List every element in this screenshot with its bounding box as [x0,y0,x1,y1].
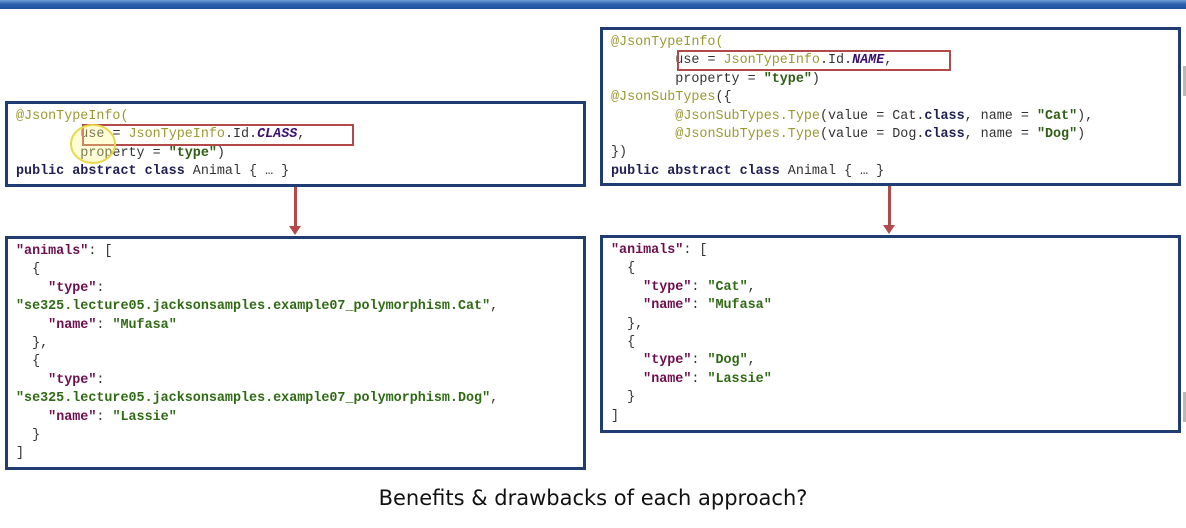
code-text: ) [216,145,225,161]
json-key: "animals" [611,243,684,258]
code-text: }, [16,336,49,352]
code-text: ({ [715,90,732,106]
code-text: "Dog" [1036,127,1078,143]
left-use-highlight [82,124,354,146]
code-text: , name = [964,108,1037,124]
code-text: public abstract class [611,163,780,179]
code-text: { [611,261,636,277]
code-text: class [924,127,965,143]
json-key: "type" [48,280,97,296]
right-json-code: "animals": [ { "type": "Cat", "name": "M… [611,242,772,426]
code-text: : [691,298,708,314]
code-text: }, [611,316,644,332]
code-text: { [16,354,41,370]
code-text: { [16,262,41,278]
code-text: , [490,391,499,407]
code-text: }) [611,145,628,161]
code-text: ] [611,408,620,424]
code-text: (value = Dog. [819,127,925,143]
code-text: property = [611,71,764,87]
code-text: } [16,428,41,444]
code-text: : [96,409,113,425]
left-arrow-line [294,187,297,227]
json-string: "se325.lecture05.jacksonsamples.example0… [16,299,491,315]
code-text: class [924,108,965,124]
json-string: "Dog" [707,353,748,369]
json-string: "Lassie" [112,409,177,425]
code-text: ) [811,71,820,87]
json-key: "type" [48,372,97,388]
code-text: } [611,390,636,406]
code-text: @JsonTypeInfo( [16,109,129,124]
left-json-output-box: "animals": [ { "type": "se325.lecture05.… [5,236,586,470]
json-key: "animals" [16,244,89,259]
right-arrow-head [883,225,895,234]
code-text: , [490,299,499,315]
json-key: "name" [643,298,692,314]
code-text: ), [1077,108,1094,124]
code-text: : [ [88,244,113,259]
code-text: : [ [683,243,708,258]
json-string: "Mufasa" [707,298,772,314]
code-text: "Cat" [1036,108,1078,124]
code-text: : [96,372,105,388]
code-text: : [691,371,708,387]
code-text: Animal { … } [779,163,885,179]
code-text: @JsonTypeInfo( [611,35,724,50]
code-text: , [747,279,756,295]
code-text: : [96,317,113,333]
json-string: "Mufasa" [112,317,177,333]
json-key: "name" [643,371,692,387]
code-text: public abstract class [16,164,185,180]
right-arrow-line [888,186,891,226]
right-json-output-box: "animals": [ { "type": "Cat", "name": "M… [600,235,1181,433]
json-key: "name" [48,409,97,425]
json-key: "name" [48,317,97,333]
json-key: "type" [643,279,692,295]
left-json-code: "animals": [ { "type": "se325.lecture05.… [16,243,498,464]
cursor-highlight-ring [70,124,116,164]
code-text: , name = [964,127,1037,143]
slide-top-bar [0,0,1186,9]
code-text: { [611,335,636,351]
json-string: "se325.lecture05.jacksonsamples.example0… [16,391,491,407]
left-arrow-head [289,226,301,235]
code-text: @JsonSubTypes.Type [675,127,820,143]
code-text: "type" [168,145,217,161]
json-string: "Cat" [707,279,748,295]
code-text: ] [16,446,25,462]
code-text: , [747,353,756,369]
code-text: : [96,280,105,296]
code-text: : [691,279,708,295]
code-text: : [691,353,708,369]
code-text: Animal { … } [184,164,290,180]
code-text: ) [1077,127,1086,143]
code-text: "type" [763,71,812,87]
code-text: (value = Cat. [819,108,925,124]
slide-question: Benefits & drawbacks of each approach? [378,486,808,510]
right-use-highlight [677,50,951,71]
json-key: "type" [643,353,692,369]
code-text: @JsonSubTypes.Type [675,108,820,124]
json-string: "Lassie" [707,371,772,387]
code-text: @JsonSubTypes [611,90,716,106]
